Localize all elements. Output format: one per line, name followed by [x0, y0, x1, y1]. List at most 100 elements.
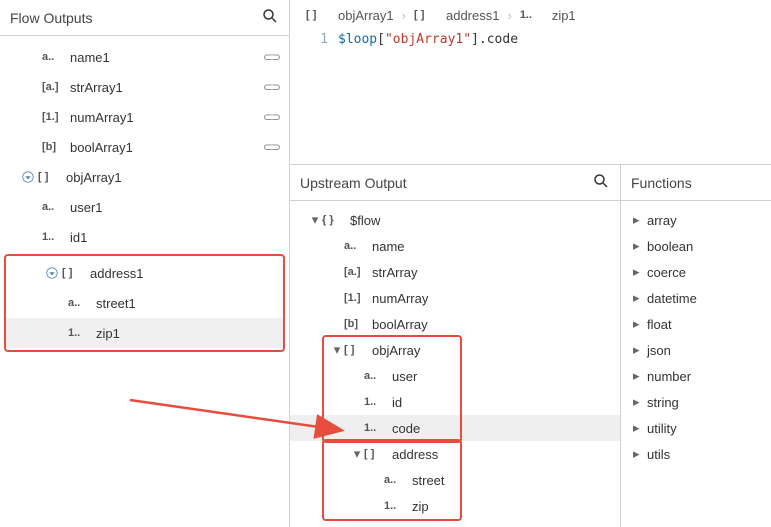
caret-down-icon[interactable]: ▾	[308, 212, 322, 228]
caret-right-icon: ▸	[633, 368, 647, 384]
caret-right-icon: ▸	[633, 212, 647, 228]
breadcrumb: [ ] objArray1 › [ ] address1 › 1.. zip1	[296, 0, 771, 30]
tree-item[interactable]: [a.] strArray	[290, 259, 620, 285]
code-editor[interactable]: 1 $loop["objArray1"].code	[296, 30, 771, 49]
link-icon: ⊂⊃	[263, 50, 279, 64]
search-icon[interactable]	[261, 7, 279, 28]
tree-item-objarray[interactable]: ▾ [ ] objArray	[290, 337, 620, 363]
type-badge: a..	[42, 51, 64, 63]
function-label: array	[647, 213, 677, 228]
function-category[interactable]: ▸coerce	[621, 259, 771, 285]
item-label: numArray1	[70, 110, 263, 125]
item-label: numArray	[372, 291, 610, 306]
type-badge: 1..	[364, 422, 386, 434]
link-icon: ⊂⊃	[263, 110, 279, 124]
function-label: number	[647, 369, 691, 384]
upstream-panel: Upstream Output ▾ { } $flow a.. name [a.] s…	[290, 165, 621, 527]
type-badge: a..	[344, 240, 366, 252]
item-label: boolArray1	[70, 140, 263, 155]
function-label: json	[647, 343, 671, 358]
type-badge: [ ]	[62, 267, 84, 279]
crumb-zip1[interactable]: 1.. zip1	[520, 8, 576, 23]
type-badge: a..	[68, 297, 90, 309]
search-icon[interactable]	[592, 172, 610, 193]
bottom-area: Upstream Output ▾ { } $flow a.. name [a.] s…	[290, 165, 771, 527]
collapse-icon[interactable]	[20, 169, 36, 185]
function-label: float	[647, 317, 672, 332]
tree-item[interactable]: a..user1	[0, 192, 289, 222]
flow-outputs-tree: a..name1⊂⊃[a.]strArray1⊂⊃[1.]numArray1⊂⊃…	[0, 36, 289, 527]
crumb-objarray1[interactable]: [ ] objArray1	[306, 8, 394, 23]
tree-item[interactable]: 1..code	[290, 415, 620, 441]
item-label: strArray1	[70, 80, 263, 95]
item-label: zip	[412, 499, 610, 514]
tree-item-objarray1[interactable]: [ ] objArray1	[0, 162, 289, 192]
caret-right-icon: ▸	[633, 290, 647, 306]
item-label: id	[392, 395, 610, 410]
type-badge: [b]	[42, 141, 64, 153]
function-category[interactable]: ▸string	[621, 389, 771, 415]
function-label: boolean	[647, 239, 693, 254]
flow-outputs-panel: Flow Outputs a..name1⊂⊃[a.]strArray1⊂⊃[1…	[0, 0, 290, 527]
type-badge: 1..	[384, 500, 406, 512]
functions-list: ▸array▸boolean▸coerce▸datetime▸float▸jso…	[621, 201, 771, 473]
item-label: name	[372, 239, 610, 254]
function-category[interactable]: ▸json	[621, 337, 771, 363]
tree-item-address[interactable]: ▾ [ ] address	[290, 441, 620, 467]
upstream-tree: ▾ { } $flow a.. name [a.] strArray [1.]numAr…	[290, 201, 620, 527]
type-badge: [ ]	[38, 171, 60, 183]
tree-item[interactable]: 1..zip1	[6, 318, 283, 348]
item-label: street	[412, 473, 610, 488]
function-category[interactable]: ▸utils	[621, 441, 771, 467]
tree-item[interactable]: 1..id1	[0, 222, 289, 252]
item-label: name1	[70, 50, 263, 65]
function-category[interactable]: ▸array	[621, 207, 771, 233]
tree-item-address1[interactable]: [ ] address1	[6, 258, 283, 288]
item-label: objArray1	[66, 170, 279, 185]
item-label: boolArray	[372, 317, 610, 332]
function-category[interactable]: ▸boolean	[621, 233, 771, 259]
tree-item[interactable]: 1..id	[290, 389, 620, 415]
tree-item-flow[interactable]: ▾ { } $flow	[290, 207, 620, 233]
type-badge: [a.]	[344, 266, 366, 278]
caret-right-icon: ▸	[633, 446, 647, 462]
caret-right-icon: ▸	[633, 420, 647, 436]
function-label: coerce	[647, 265, 686, 280]
tree-item[interactable]: [a.]strArray1⊂⊃	[0, 72, 289, 102]
highlight-address-section: [ ] address1 a..street11..zip1	[4, 254, 285, 352]
type-badge: a..	[364, 370, 386, 382]
tree-item[interactable]: a.. name1⊂⊃	[0, 42, 289, 72]
tree-item[interactable]: a.. user	[290, 363, 620, 389]
caret-down-icon[interactable]: ▾	[330, 342, 344, 358]
editor-area: [ ] objArray1 › [ ] address1 › 1.. zip1 …	[290, 0, 771, 165]
function-category[interactable]: ▸float	[621, 311, 771, 337]
caret-right-icon: ▸	[633, 394, 647, 410]
upstream-header: Upstream Output	[290, 165, 620, 201]
tree-item[interactable]: [b]boolArray1⊂⊃	[0, 132, 289, 162]
type-badge: [a.]	[42, 81, 64, 93]
tree-item[interactable]: [1.]numArray1⊂⊃	[0, 102, 289, 132]
collapse-icon[interactable]	[44, 265, 60, 281]
tree-item[interactable]: a.. name	[290, 233, 620, 259]
function-label: utility	[647, 421, 677, 436]
tree-item[interactable]: a.. street	[290, 467, 620, 493]
function-category[interactable]: ▸utility	[621, 415, 771, 441]
upstream-title: Upstream Output	[300, 175, 407, 191]
function-category[interactable]: ▸datetime	[621, 285, 771, 311]
crumb-address1[interactable]: [ ] address1	[414, 8, 499, 23]
flow-outputs-header: Flow Outputs	[0, 0, 289, 36]
caret-right-icon: ▸	[633, 264, 647, 280]
type-badge: a..	[384, 474, 406, 486]
function-label: string	[647, 395, 679, 410]
item-label: address1	[90, 266, 273, 281]
tree-item[interactable]: [b]boolArray	[290, 311, 620, 337]
type-badge: 1..	[42, 231, 64, 243]
tree-item[interactable]: 1.. zip	[290, 493, 620, 519]
tree-item[interactable]: [1.]numArray	[290, 285, 620, 311]
function-category[interactable]: ▸number	[621, 363, 771, 389]
tree-item[interactable]: a..street1	[6, 288, 283, 318]
caret-down-icon[interactable]: ▾	[350, 446, 364, 462]
functions-title: Functions	[631, 175, 692, 191]
item-label: strArray	[372, 265, 610, 280]
item-label: user	[392, 369, 610, 384]
